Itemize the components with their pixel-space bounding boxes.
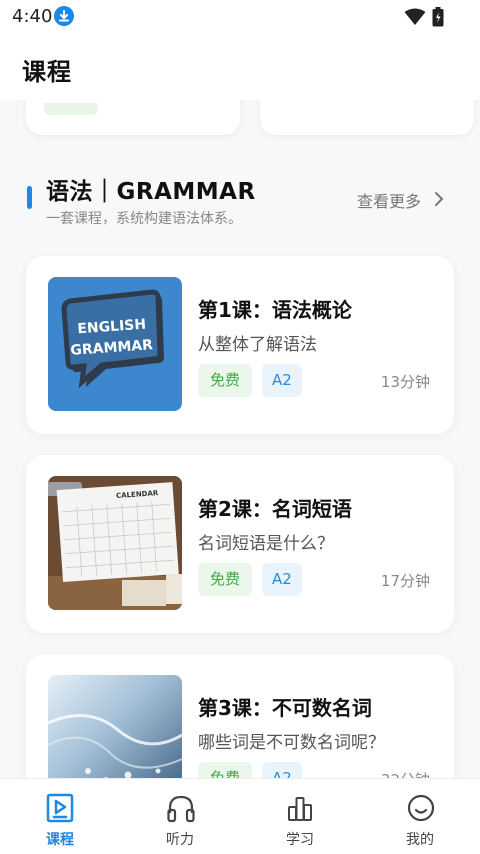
- course-description: 从整体了解语法: [198, 335, 317, 355]
- wifi-icon: [404, 8, 426, 25]
- course-list[interactable]: 语法｜GRAMMAR 一套课程，系统构建语法体系。 查看更多 ENGLISH G…: [0, 100, 480, 778]
- level-tag: A2: [262, 563, 302, 596]
- course-duration: 13分钟: [380, 373, 430, 391]
- free-tag: 免费: [198, 563, 253, 596]
- headphones-icon: [167, 795, 195, 823]
- section-title: 语法｜GRAMMAR: [46, 179, 256, 205]
- tab-label: 我的: [406, 832, 434, 848]
- tab-courses[interactable]: 课程: [0, 779, 120, 854]
- chevron-right-icon[interactable]: [434, 191, 444, 207]
- free-tag: [44, 103, 98, 115]
- course-description: 名词短语是什么？: [198, 534, 334, 554]
- tab-label: 学习: [286, 832, 314, 848]
- bar-chart-icon: [288, 797, 312, 821]
- free-tag: 免费: [198, 364, 253, 397]
- course-duration: 32分钟: [381, 769, 430, 778]
- section-accent-bar: [27, 186, 32, 209]
- tab-listening[interactable]: 听力: [120, 779, 240, 854]
- tab-study[interactable]: 学习: [240, 779, 360, 854]
- view-more-link[interactable]: 查看更多: [357, 188, 421, 212]
- section-subtitle: 一套课程，系统构建语法体系。: [46, 211, 242, 227]
- course-thumbnail: ENGLISH GRAMMAR: [48, 277, 182, 411]
- tab-label: 听力: [166, 832, 194, 848]
- level-tag: A2: [262, 762, 302, 778]
- play-file-icon: [46, 793, 74, 823]
- previous-course-card[interactable]: [26, 100, 240, 135]
- previous-course-card[interactable]: [260, 100, 474, 135]
- course-thumbnail: [48, 675, 182, 778]
- bottom-tab-bar: 课程 听力 学习 我的: [0, 778, 480, 854]
- course-description: 哪些词是不可数名词呢？: [198, 733, 385, 753]
- page-title: 课程: [22, 58, 72, 86]
- course-title: 第3课：不可数名词: [198, 696, 372, 720]
- free-tag: 免费: [198, 762, 253, 778]
- status-time: 4:40: [12, 6, 53, 27]
- battery-icon: [432, 7, 444, 27]
- tab-profile[interactable]: 我的: [360, 779, 480, 854]
- tab-label: 课程: [46, 832, 74, 848]
- course-title: 第2课：名词短语: [198, 497, 352, 521]
- course-card[interactable]: CALENDAR 第2课：名词短语 名词短语是什么？ 免费 A2 17分钟: [26, 455, 454, 633]
- course-card[interactable]: ENGLISH GRAMMAR 第1课：语法概论 从整体了解语法 免费 A2 1…: [26, 256, 454, 434]
- download-icon: [54, 6, 74, 26]
- app-bar: 课程: [0, 34, 480, 100]
- level-tag: A2: [262, 364, 302, 397]
- status-bar: 4:40: [0, 0, 480, 34]
- course-title: 第1课：语法概论: [198, 298, 352, 322]
- smile-icon: [407, 794, 435, 822]
- course-duration: 17分钟: [380, 572, 430, 590]
- course-thumbnail: CALENDAR: [48, 476, 182, 610]
- course-card[interactable]: 第3课：不可数名词 哪些词是不可数名词呢？ 免费 A2 32分钟: [26, 654, 454, 778]
